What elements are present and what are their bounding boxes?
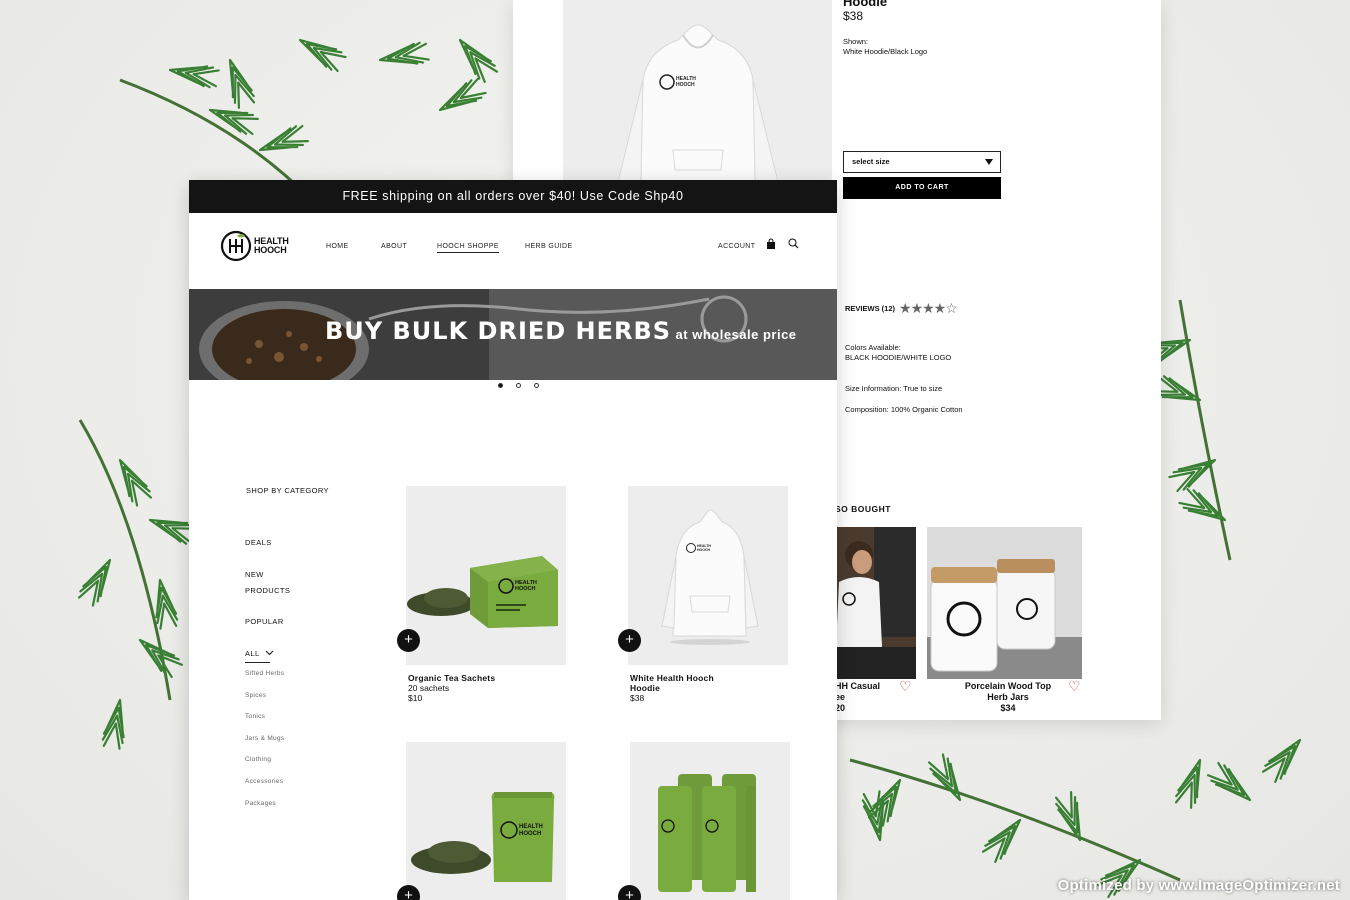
shop-page-card: FREE shipping on all orders over $40! Us… bbox=[189, 180, 837, 900]
subcategory-spices[interactable]: Spices bbox=[245, 692, 266, 699]
carousel-dot[interactable] bbox=[534, 383, 539, 388]
svg-text:HEALTH: HEALTH bbox=[519, 824, 543, 830]
logo[interactable]: HEALTH HOOCH bbox=[220, 230, 289, 262]
category-new-products[interactable]: NEW PRODUCTS bbox=[245, 567, 290, 599]
also-bought-tile[interactable] bbox=[927, 527, 1082, 679]
subcategory-accessories[interactable]: Accessories bbox=[245, 778, 283, 785]
subcategory-sifted-herbs[interactable]: Sifted Herbs bbox=[245, 670, 284, 677]
svg-text:HOOCH: HOOCH bbox=[697, 548, 711, 552]
hero-headline: BUY BULK DRIED HERBS at wholesale price bbox=[325, 317, 797, 345]
subcategory-packages[interactable]: Packages bbox=[245, 800, 276, 807]
add-to-cart-plus-button[interactable]: + bbox=[397, 629, 420, 652]
product-tile-herb-pouch[interactable]: HEALTH HOOCH bbox=[406, 742, 566, 900]
also-bought-name[interactable]: HH Casual ee 20 bbox=[835, 681, 880, 714]
active-underline bbox=[245, 662, 270, 663]
svg-text:HOOCH: HOOCH bbox=[519, 831, 541, 837]
svg-text:HOOCH: HOOCH bbox=[515, 586, 536, 592]
subcategory-tonics[interactable]: Tonics bbox=[245, 713, 265, 720]
hero-subtitle: at wholesale price bbox=[675, 327, 797, 342]
shop-by-category-heading: SHOP BY CATEGORY bbox=[246, 486, 329, 495]
also-bought-name[interactable]: Porcelain Wood Top Herb Jars $34 bbox=[953, 681, 1063, 714]
size-select[interactable]: select size bbox=[843, 151, 1001, 173]
main-navigation: HEALTH HOOCH HOME ABOUT HOOCH SHOPPE HER… bbox=[189, 213, 837, 289]
watermark-text: Optimized by www.ImageOptimizer.net bbox=[1057, 877, 1340, 894]
reviews-summary[interactable]: REVIEWS (12) ★★★★☆ bbox=[845, 300, 958, 317]
nav-herb-guide[interactable]: HERB GUIDE bbox=[525, 243, 573, 250]
also-bought-heading: SO BOUGHT bbox=[835, 504, 891, 514]
product-name[interactable]: White Health Hooch Hoodie bbox=[630, 673, 714, 693]
also-bought-tile[interactable] bbox=[834, 527, 916, 679]
carousel-dot[interactable] bbox=[516, 383, 521, 388]
product-tile-tonic-cans[interactable] bbox=[630, 742, 790, 900]
promo-bar: FREE shipping on all orders over $40! Us… bbox=[189, 180, 837, 213]
product-title: Hoodie bbox=[843, 0, 888, 9]
product-price: $38 bbox=[630, 693, 645, 703]
subcategory-clothing[interactable]: Clothing bbox=[245, 756, 271, 763]
composition: Composition: 100% Organic Cotton bbox=[845, 405, 963, 414]
nav-account[interactable]: ACCOUNT bbox=[718, 243, 755, 250]
logo-mark-icon bbox=[220, 230, 252, 262]
nav-hooch-shoppe[interactable]: HOOCH SHOPPE bbox=[437, 243, 499, 253]
product-detail: 20 sachets bbox=[408, 683, 450, 693]
category-all[interactable]: ALL bbox=[245, 646, 274, 662]
nav-home[interactable]: HOME bbox=[326, 243, 349, 250]
product-name[interactable]: Organic Tea Sachets bbox=[408, 673, 495, 683]
size-select-value: select size bbox=[852, 157, 890, 166]
reviews-label: REVIEWS (12) bbox=[845, 304, 896, 313]
heart-icon[interactable]: ♡ bbox=[1068, 678, 1081, 695]
carousel-dots bbox=[498, 383, 539, 388]
shopping-bag-icon[interactable] bbox=[766, 238, 776, 250]
shown-value: White Hoodie/Black Logo bbox=[843, 47, 928, 56]
chevron-down-icon bbox=[985, 159, 993, 165]
search-icon[interactable] bbox=[788, 238, 799, 249]
add-to-cart-button[interactable]: ADD TO CART bbox=[843, 177, 1001, 199]
nav-about[interactable]: ABOUT bbox=[381, 243, 407, 250]
product-tile-tea-sachets[interactable]: HEALTH HOOCH bbox=[406, 486, 566, 665]
shown-label: Shown: bbox=[843, 37, 869, 46]
colors-available-label: Colors Available: bbox=[845, 343, 901, 352]
heart-icon[interactable]: ♡ bbox=[899, 678, 912, 695]
product-tile-hoodie[interactable]: HEALTH HOOCH bbox=[628, 486, 788, 665]
size-information: Size Information: True to size bbox=[845, 384, 943, 393]
hero-title: BUY BULK DRIED HERBS bbox=[325, 317, 672, 345]
logo-text: HEALTH HOOCH bbox=[254, 236, 289, 255]
category-popular[interactable]: POPULAR bbox=[245, 614, 284, 630]
subcategory-jars-mugs[interactable]: Jars & Mugs bbox=[245, 735, 284, 742]
product-price: $10 bbox=[408, 693, 423, 703]
hero-banner[interactable]: BUY BULK DRIED HERBS at wholesale price bbox=[189, 289, 837, 380]
product-price: $38 bbox=[843, 9, 864, 23]
add-to-cart-plus-button[interactable]: + bbox=[618, 629, 641, 652]
chevron-down-icon bbox=[265, 650, 274, 656]
star-rating: ★★★★☆ bbox=[899, 300, 958, 316]
colors-available-value: BLACK HOODIE/WHITE LOGO bbox=[845, 353, 952, 362]
carousel-dot[interactable] bbox=[498, 383, 503, 388]
svg-text:HOOCH: HOOCH bbox=[676, 82, 695, 88]
hoodie-photo: HEALTH HOOCH bbox=[563, 0, 832, 182]
category-deals[interactable]: DEALS bbox=[245, 535, 272, 551]
